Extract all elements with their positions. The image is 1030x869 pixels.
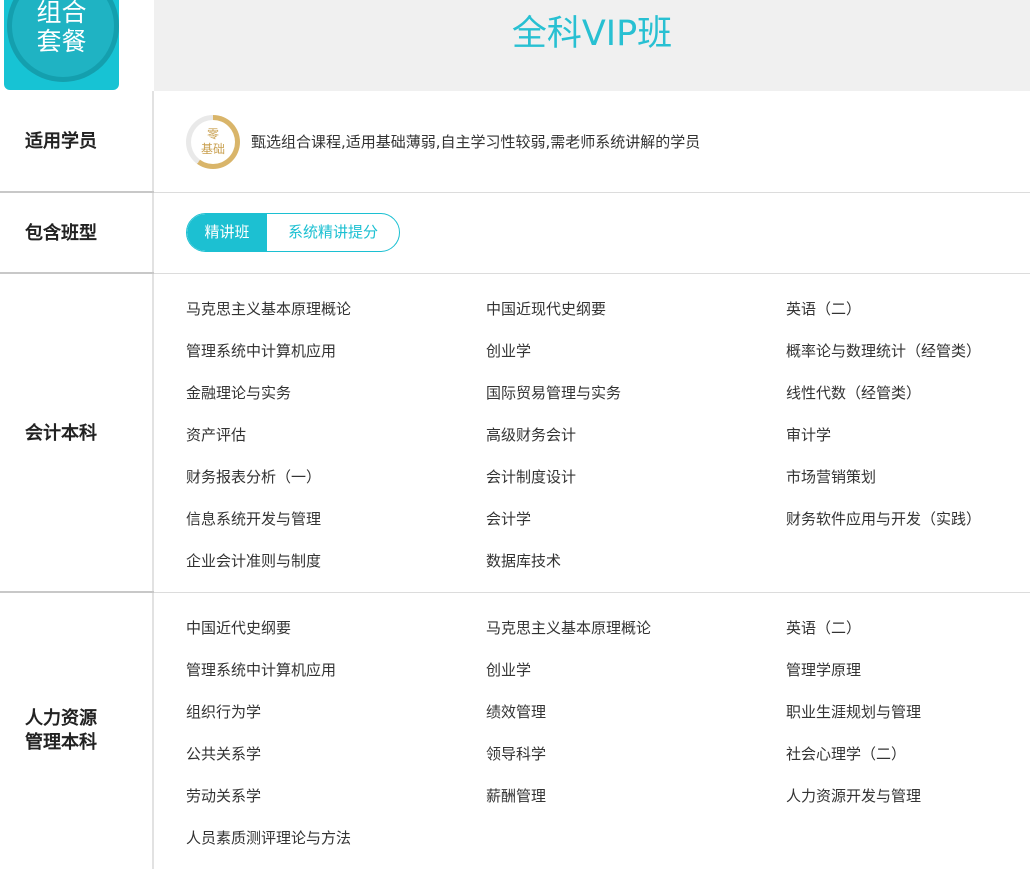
course-item: 中国近现代史纲要: [486, 300, 607, 318]
zero-badge-line-1: 零: [206, 127, 219, 141]
course-item: 公共关系学: [186, 745, 262, 763]
course-item: 英语（二）: [786, 300, 862, 318]
course-item: 管理系统中计算机应用: [186, 661, 337, 679]
hr-management-section: 人力资源 管理本科 中国近代史纲要 马克思主义基本原理概论 英语（二） 管理系统中计算…: [0, 593, 1030, 869]
course-item: 市场营销策划: [786, 468, 877, 486]
course-item: 英语（二）: [786, 619, 862, 637]
hr-section-label: 人力资源 管理本科: [0, 593, 154, 869]
course-item: 企业会计准则与制度: [186, 552, 322, 570]
course-item: 财务软件应用与开发（实践）: [786, 510, 982, 528]
course-item: 组织行为学: [186, 703, 262, 721]
badge-line-1: 组合: [36, 0, 87, 27]
course-item: 线性代数（经管类）: [786, 384, 922, 402]
course-item: 职业生涯规划与管理: [786, 703, 922, 721]
accounting-section: 会计本科 马克思主义基本原理概论 中国近现代史纲要 英语（二） 管理系统中计算机应用 创…: [0, 274, 1030, 593]
course-item: 马克思主义基本原理概论: [486, 619, 652, 637]
course-item: 资产评估: [186, 426, 247, 444]
course-item: 会计制度设计: [486, 468, 577, 486]
course-item: 劳动关系学: [186, 787, 262, 805]
students-row: 适用学员 零 基础 甄选组合课程,适用基础薄弱,自主学习性较弱,需老师系统讲解的…: [0, 91, 1030, 193]
course-item: 马克思主义基本原理概论: [186, 300, 352, 318]
accounting-section-label: 会计本科: [0, 274, 154, 593]
course-item: 金融理论与实务: [186, 384, 292, 402]
badge-text: 组合 套餐: [4, 0, 119, 56]
zero-badge-line-2: 基础: [200, 142, 225, 156]
course-item: 管理学原理: [786, 661, 862, 679]
package-header: 组合 套餐 全科VIP班: [0, 0, 1030, 91]
course-item: 数据库技术: [486, 552, 562, 570]
course-item: 创业学: [486, 661, 532, 679]
class-types-row: 包含班型 精讲班 系统精讲提分: [0, 193, 1030, 274]
course-item: 高级财务会计: [486, 426, 577, 444]
class-type-option-systematic[interactable]: 系统精讲提分: [267, 214, 399, 251]
course-item: 会计学: [486, 510, 532, 528]
combo-package-badge: 组合 套餐: [4, 0, 119, 90]
students-label: 适用学员: [0, 91, 154, 193]
course-item: 管理系统中计算机应用: [186, 342, 337, 360]
course-item: 创业学: [486, 342, 532, 360]
course-item: 概率论与数理统计（经管类）: [786, 342, 982, 360]
badge-line-2: 套餐: [36, 27, 87, 56]
hr-label-line-2: 管理本科: [25, 732, 97, 753]
course-item: 领导科学: [486, 745, 547, 763]
students-description: 甄选组合课程,适用基础薄弱,自主学习性较弱,需老师系统讲解的学员: [251, 133, 701, 151]
zero-foundation-label: 零 基础: [191, 120, 235, 164]
class-type-option-intensive[interactable]: 精讲班: [187, 214, 267, 251]
course-item: 人力资源开发与管理: [786, 787, 922, 805]
course-item: 信息系统开发与管理: [186, 510, 322, 528]
course-item: 财务报表分析（一）: [186, 468, 322, 486]
course-item: 社会心理学（二）: [786, 745, 907, 763]
hr-label-line-1: 人力资源: [25, 708, 97, 729]
class-types-label: 包含班型: [0, 193, 154, 274]
class-type-toggle: 精讲班 系统精讲提分: [186, 213, 400, 252]
course-item: 薪酬管理: [486, 787, 547, 805]
course-item: 中国近代史纲要: [186, 619, 292, 637]
package-title: 全科VIP班: [154, 0, 1030, 91]
zero-foundation-icon: 零 基础: [186, 115, 240, 169]
course-item: 审计学: [786, 426, 832, 444]
course-item: 国际贸易管理与实务: [486, 384, 622, 402]
course-item: 绩效管理: [486, 703, 547, 721]
course-item: 人员素质测评理论与方法: [186, 829, 352, 847]
